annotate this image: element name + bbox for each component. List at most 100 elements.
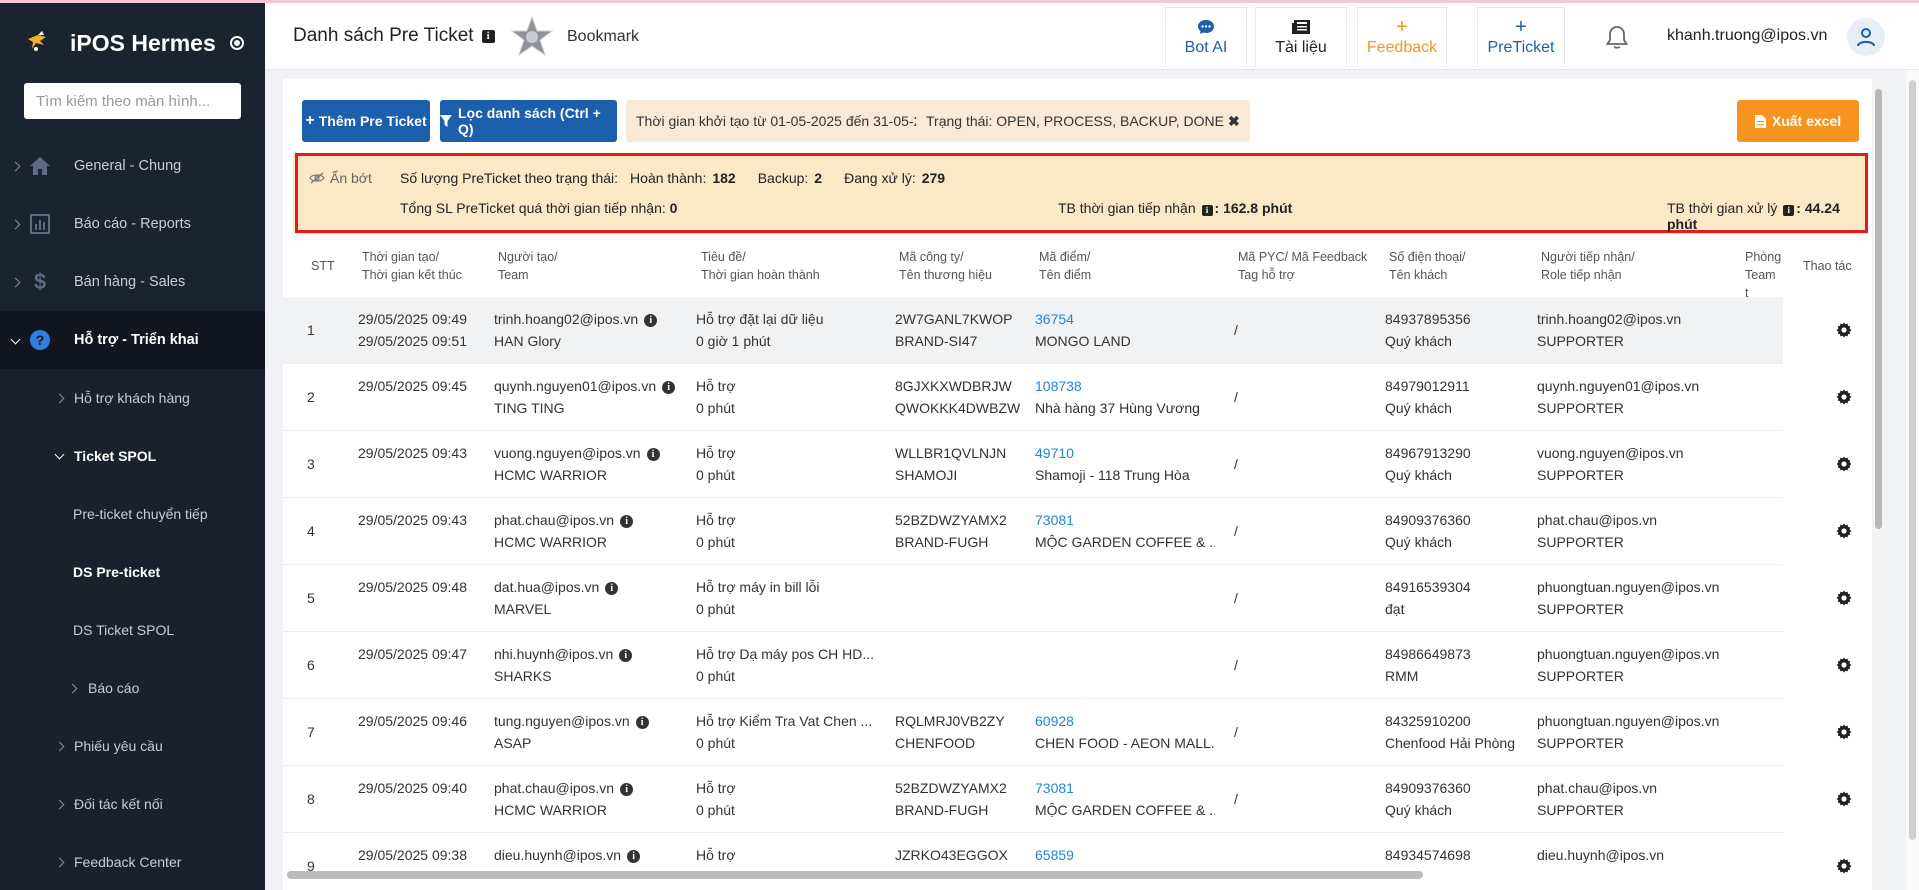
point-code-link[interactable]: 36754 bbox=[1035, 308, 1215, 330]
table-row[interactable]: 3 29/05/2025 09:43 vuong.nguyen@ipos.vn i HC… bbox=[283, 431, 1873, 498]
table-row[interactable]: 6 29/05/2025 09:47 nhi.huynh@ipos.vn i SHARK… bbox=[283, 632, 1873, 699]
cell-line: Quý khách bbox=[1385, 400, 1452, 416]
hide-toggle[interactable]: Ẩn bớt bbox=[309, 170, 372, 186]
point-code-link[interactable]: 73081 bbox=[1035, 509, 1215, 531]
user-email[interactable]: khanh.truong@ipos.vn bbox=[1667, 27, 1827, 45]
gear-icon[interactable] bbox=[1836, 322, 1852, 338]
gear-icon[interactable] bbox=[1836, 523, 1852, 539]
star-icon[interactable] bbox=[510, 15, 554, 59]
bot-ai-button[interactable]: Bot AI bbox=[1165, 7, 1247, 67]
add-preticket-label: Thêm Pre Ticket bbox=[318, 113, 427, 129]
table-row[interactable]: 8 29/05/2025 09:40 phat.chau@ipos.vn i HCMC … bbox=[283, 766, 1873, 833]
filter-button[interactable]: Lọc danh sách (Ctrl + Q) bbox=[440, 100, 617, 142]
filter-chip-status-label: Trạng thái: OPEN, PROCESS, BACKUP, DONE bbox=[926, 113, 1224, 129]
overdue-label: Tổng SL PreTicket quá thời gian tiếp nhậ… bbox=[400, 200, 666, 216]
sidebar-search[interactable] bbox=[24, 83, 241, 119]
creator-team: HAN Glory bbox=[494, 333, 561, 349]
sidebar-item-support[interactable]: ? Hỗ trợ - Triển khai bbox=[0, 311, 265, 369]
cell-title: Hỗ trợ đặt lại dữ liệu 0 giờ 1 phút bbox=[696, 308, 876, 352]
table-row[interactable]: 2 29/05/2025 09:45 quynh.nguyen01@ipos.vn i… bbox=[283, 364, 1873, 431]
info-icon[interactable]: i bbox=[646, 448, 660, 461]
info-icon[interactable]: i bbox=[605, 582, 619, 595]
radio-dot-icon[interactable] bbox=[229, 36, 244, 50]
sidebar-sub-partners[interactable]: Đối tác kết nối bbox=[0, 775, 265, 833]
filter-icon bbox=[440, 114, 452, 128]
table-horizontal-scroll-thumb[interactable] bbox=[287, 871, 1423, 879]
th-title-line1: Tiêu đề/ bbox=[701, 250, 746, 264]
sidebar-sub-customer-support[interactable]: Hỗ trợ khách hàng bbox=[0, 369, 265, 427]
th-company-line1: Mã công ty/ bbox=[899, 250, 964, 264]
cell-stt: 1 bbox=[307, 322, 315, 338]
preticket-button[interactable]: + PreTicket bbox=[1477, 7, 1565, 67]
page-vertical-scroll-thumb[interactable] bbox=[1909, 80, 1916, 840]
sidebar-sub-ds-ticket-spol[interactable]: DS Ticket SPOL bbox=[0, 601, 265, 659]
info-icon[interactable]: i bbox=[635, 716, 649, 729]
info-icon[interactable]: i bbox=[627, 850, 641, 863]
cell-line: phat.chau@ipos.vn bbox=[1537, 512, 1658, 528]
cell-pyc: / bbox=[1234, 657, 1238, 673]
feedback-button[interactable]: + Feedback bbox=[1357, 7, 1447, 67]
cell-line: 84934574698 bbox=[1385, 847, 1471, 863]
gear-icon[interactable] bbox=[1836, 456, 1852, 472]
cell-actions bbox=[1783, 699, 1873, 766]
info-icon[interactable]: i bbox=[481, 29, 495, 43]
table-row[interactable]: 7 29/05/2025 09:46 tung.nguyen@ipos.vn i ASA… bbox=[283, 699, 1873, 766]
point-code-link[interactable]: 65859 bbox=[1035, 844, 1215, 866]
info-icon[interactable]: i bbox=[620, 783, 634, 796]
point-code-link[interactable]: 73081 bbox=[1035, 777, 1215, 799]
cell-line: 0 phút bbox=[696, 735, 735, 751]
gear-icon[interactable] bbox=[1836, 590, 1852, 606]
point-code-link[interactable]: 60928 bbox=[1035, 710, 1215, 732]
avg-process-summary: TB thời gian xử lý i: 44.24 phút bbox=[1667, 200, 1840, 232]
info-icon[interactable]: i bbox=[644, 314, 658, 327]
sidebar-item-general[interactable]: General - Chung bbox=[0, 137, 265, 195]
user-avatar-icon[interactable] bbox=[1847, 18, 1885, 56]
info-icon[interactable]: i bbox=[620, 515, 634, 528]
cell-line: QWOKKK4DWBZW bbox=[895, 400, 1021, 416]
bookmark-link[interactable]: Bookmark bbox=[567, 28, 639, 46]
gear-icon[interactable] bbox=[1836, 657, 1852, 673]
docs-button[interactable]: Tài liệu bbox=[1255, 7, 1347, 67]
info-icon[interactable]: i bbox=[619, 649, 633, 662]
export-excel-button[interactable]: Xuất excel bbox=[1737, 100, 1859, 142]
sidebar-sub-requests[interactable]: Phiếu yêu cầu bbox=[0, 717, 265, 775]
creator-team: HCMC WARRIOR bbox=[494, 802, 608, 818]
sidebar-search-input[interactable] bbox=[36, 92, 241, 110]
info-icon[interactable]: i bbox=[1201, 205, 1213, 216]
sidebar-sub-ticket-spol[interactable]: Ticket SPOL bbox=[0, 427, 265, 485]
count-label: Số lượng PreTicket theo trạng thái: bbox=[400, 170, 619, 186]
bell-icon[interactable] bbox=[1605, 25, 1629, 51]
gear-icon[interactable] bbox=[1836, 389, 1852, 405]
filter-chip-status[interactable]: Trạng thái: OPEN, PROCESS, BACKUP, DONE … bbox=[916, 100, 1250, 142]
info-icon[interactable]: i bbox=[1783, 205, 1795, 216]
table-row[interactable]: 1 29/05/2025 09:49 29/05/2025 09:51 trinh.h… bbox=[283, 297, 1873, 364]
sidebar-item-reports[interactable]: Báo cáo - Reports bbox=[0, 195, 265, 253]
docs-label: Tài liệu bbox=[1275, 39, 1327, 56]
sidebar-sub-reports[interactable]: Báo cáo bbox=[0, 659, 265, 717]
point-code-link[interactable]: 49710 bbox=[1035, 442, 1215, 464]
gear-icon[interactable] bbox=[1836, 791, 1852, 807]
sidebar-sub-preticket-forward[interactable]: Pre-ticket chuyển tiếp bbox=[0, 485, 265, 543]
table-row[interactable]: 5 29/05/2025 09:48 dat.hua@ipos.vn i MARVEL H… bbox=[283, 565, 1873, 632]
info-icon[interactable]: i bbox=[662, 381, 676, 394]
add-preticket-button[interactable]: + Thêm Pre Ticket bbox=[302, 100, 430, 142]
backup-label: Backup: bbox=[757, 170, 809, 186]
hide-label: Ẩn bớt bbox=[330, 170, 372, 186]
sidebar-sub-feedback-center[interactable]: Feedback Center bbox=[0, 833, 265, 890]
th-creator: Người tạo/Team bbox=[498, 248, 558, 284]
th-receiver-line2: Role tiếp nhận bbox=[1541, 268, 1622, 282]
table-vertical-scroll-thumb[interactable] bbox=[1875, 89, 1882, 529]
table-row[interactable]: 4 29/05/2025 09:43 phat.chau@ipos.vn i HCMC … bbox=[283, 498, 1873, 565]
sidebar-sub-ds-preticket[interactable]: DS Pre-ticket bbox=[0, 543, 265, 601]
cell-line: 29/05/2025 09:43 bbox=[358, 445, 467, 461]
cell-stt: 5 bbox=[307, 590, 315, 606]
summary-highlight-box bbox=[295, 153, 1868, 233]
cell-point: 73081 MỘC GARDEN COFFEE & ... bbox=[1035, 509, 1215, 553]
point-code-link[interactable]: 108738 bbox=[1035, 375, 1215, 397]
gear-icon[interactable] bbox=[1836, 724, 1852, 740]
cell-receiver: quynh.nguyen01@ipos.vn SUPPORTER bbox=[1537, 375, 1742, 419]
sidebar-sub-label: Feedback Center bbox=[74, 854, 182, 870]
close-icon[interactable]: ✖ bbox=[1228, 113, 1240, 130]
sidebar-item-sales[interactable]: $ Bán hàng - Sales bbox=[0, 253, 265, 311]
brand[interactable]: iPOS Hermes bbox=[0, 3, 265, 83]
